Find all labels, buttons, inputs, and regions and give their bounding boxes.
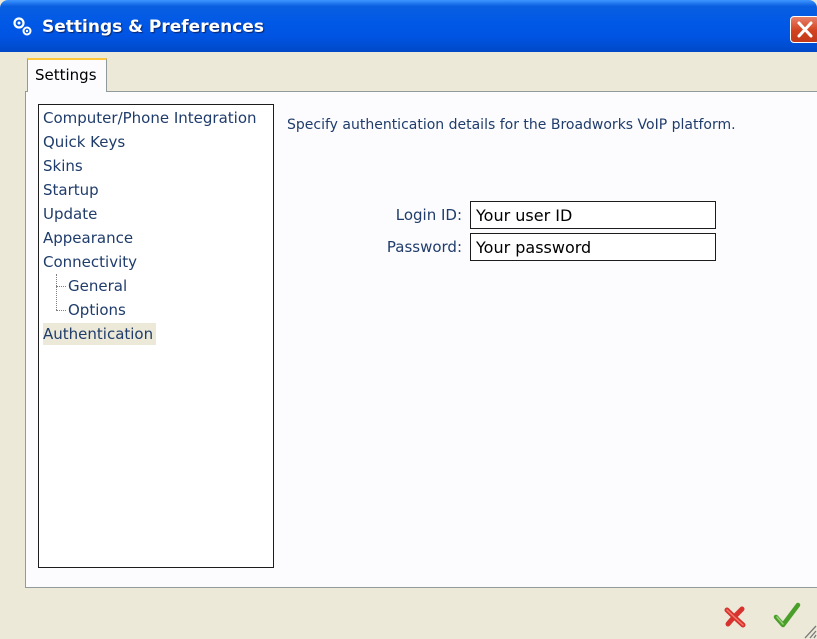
ok-button[interactable] bbox=[771, 600, 801, 630]
green-checkmark-icon bbox=[773, 602, 801, 628]
settings-gears-icon bbox=[12, 16, 34, 38]
tree-item-options[interactable]: Options bbox=[68, 299, 129, 321]
cancel-button[interactable] bbox=[720, 602, 750, 632]
resize-grip-icon[interactable] bbox=[800, 620, 817, 639]
tree-item-general[interactable]: General bbox=[68, 275, 130, 297]
tree-item-authentication[interactable]: Authentication bbox=[43, 323, 157, 345]
panel-description: Specify authentication details for the B… bbox=[287, 117, 736, 133]
tab-settings-label: Settings bbox=[35, 66, 97, 84]
password-label: Password: bbox=[386, 238, 462, 256]
red-x-icon bbox=[724, 606, 746, 628]
tree-connector-branch bbox=[56, 310, 66, 311]
close-icon bbox=[797, 21, 813, 38]
close-button[interactable] bbox=[790, 16, 817, 43]
password-field[interactable] bbox=[470, 233, 716, 261]
title-bar[interactable]: Settings & Preferences bbox=[0, 0, 817, 52]
tree-connector-line bbox=[56, 274, 57, 310]
tree-connector-branch bbox=[56, 286, 66, 287]
tree-item-update[interactable]: Update bbox=[43, 203, 100, 225]
tree-item-computer-phone-integration[interactable]: Computer/Phone Integration bbox=[43, 107, 260, 129]
window-title: Settings & Preferences bbox=[42, 17, 264, 37]
tree-item-startup[interactable]: Startup bbox=[43, 179, 102, 201]
settings-window: Settings & Preferences Settings Computer… bbox=[0, 0, 817, 639]
tree-item-quick-keys[interactable]: Quick Keys bbox=[43, 131, 128, 153]
tab-settings[interactable]: Settings bbox=[27, 58, 107, 92]
settings-category-tree[interactable]: Computer/Phone Integration Quick Keys Sk… bbox=[38, 104, 274, 568]
login-id-label: Login ID: bbox=[395, 206, 462, 224]
tree-item-appearance[interactable]: Appearance bbox=[43, 227, 136, 249]
login-id-field[interactable] bbox=[470, 201, 716, 229]
tree-item-skins[interactable]: Skins bbox=[43, 155, 86, 177]
tree-item-connectivity[interactable]: Connectivity bbox=[43, 251, 140, 273]
